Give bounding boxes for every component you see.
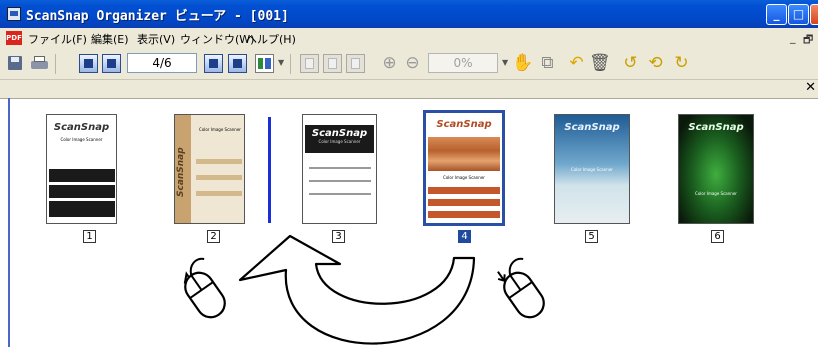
drag-illustration: [183, 234, 545, 345]
curved-drag-arrow-icon: [238, 234, 476, 345]
mouse-icon: [497, 257, 545, 319]
mouse-icon: [183, 257, 226, 319]
